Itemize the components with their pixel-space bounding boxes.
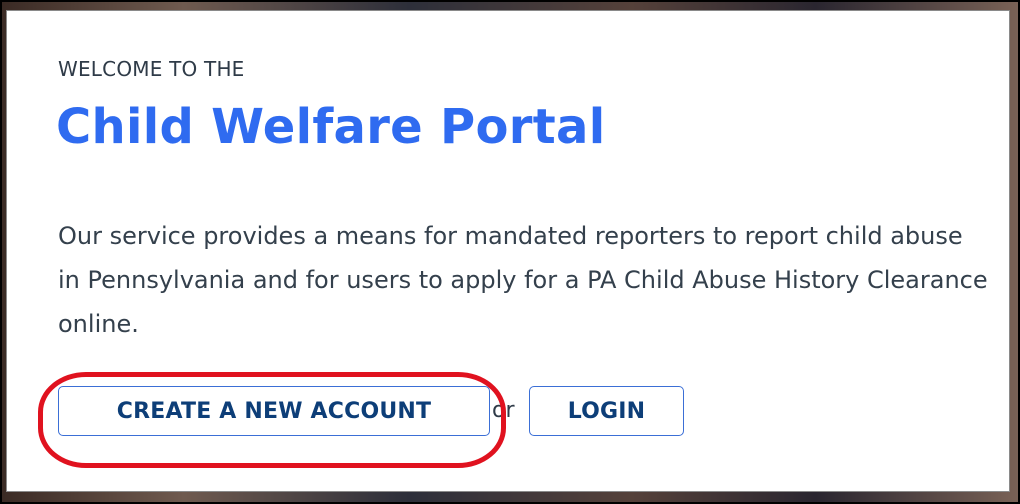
create-account-button[interactable]: CREATE A NEW ACCOUNT (58, 386, 490, 436)
service-description: Our service provides a means for mandate… (58, 222, 988, 338)
login-button[interactable]: LOGIN (529, 386, 684, 436)
or-separator: or (492, 398, 515, 423)
page-title: Child Welfare Portal (56, 99, 606, 155)
welcome-eyebrow: WELCOME TO THE (58, 57, 245, 81)
